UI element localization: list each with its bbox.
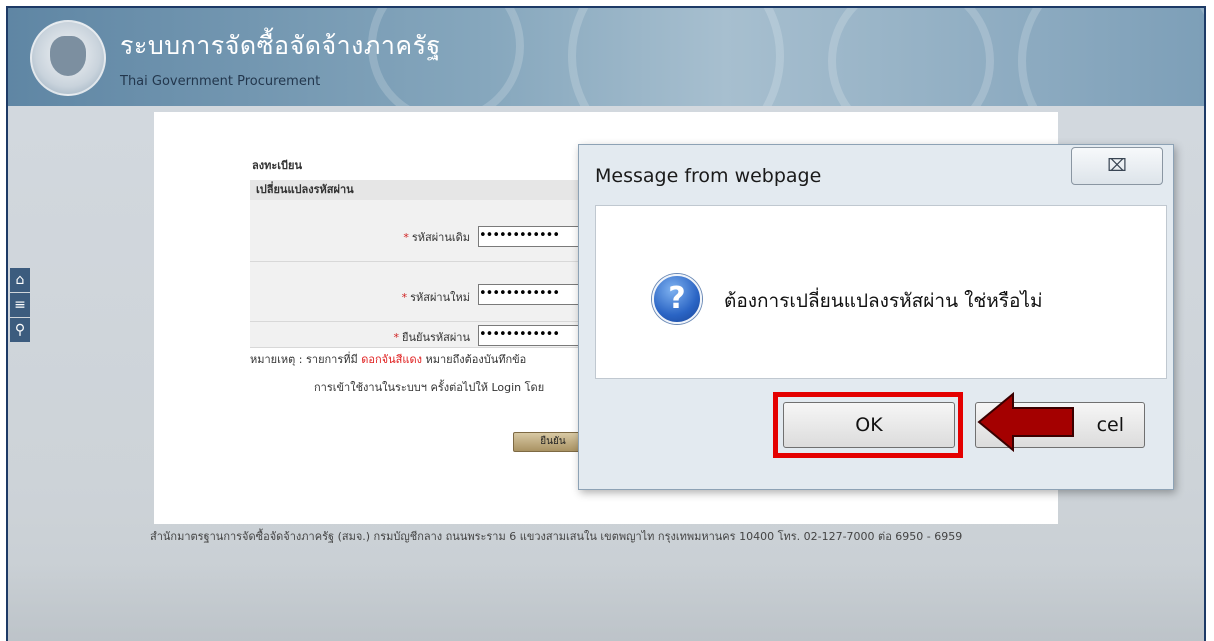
search-icon[interactable]: ⚲ [10,318,30,342]
site-header: ระบบการจัดซื้อจัดจ้างภาครัฐ Thai Governm… [8,8,1204,106]
section-title: เปลี่ยนแปลงรหัสผ่าน [250,180,590,200]
register-heading: ลงทะเบียน [252,159,302,172]
side-toolbar: ⌂ ≡ ⚲ [10,268,30,343]
confirm-password-label-text: ยืนยันรหัสผ่าน [402,331,470,344]
site-title-thai: ระบบการจัดซื้อจัดจ้างภาครัฐ [120,31,441,60]
temple-silhouette [8,563,1204,641]
note-red-text: ดอกจันสีแดง [361,353,422,366]
government-logo [30,20,106,96]
note-text: หมายเหตุ : รายการที่มี ดอกจันสีแดง หมายถ… [250,350,526,368]
required-mark: * [401,291,408,304]
old-password-row: * รหัสผ่านเดิม •••••••••••• [250,200,600,262]
required-mark: * [403,231,409,244]
new-password-row: * รหัสผ่านใหม่ •••••••••••• [250,262,600,322]
dialog-title: Message from webpage [595,165,822,187]
garuda-emblem-icon [50,36,86,76]
footer-address: สำนักมาตรฐานการจัดซื้อจัดจ้างภาครัฐ (สมจ… [150,530,963,543]
red-arrow-left-icon [977,392,1074,452]
home-icon[interactable]: ⌂ [10,268,30,292]
note-text-line2: การเข้าใช้งานในระบบฯ ครั้งต่อไปให้ Login… [314,381,545,394]
site-title-english: Thai Government Procurement [120,74,321,89]
note-suffix: หมายถึงต้องบันทึกข้อ [421,353,527,366]
ok-button[interactable]: OK [783,402,955,448]
dialog-body: ? ต้องการเปลี่ยนแปลงรหัสผ่าน ใช่หรือไม่ [595,205,1167,379]
close-icon[interactable]: ⌧ [1071,147,1163,185]
question-icon: ? [652,274,702,324]
dialog-message: ต้องการเปลี่ยนแปลงรหัสผ่าน ใช่หรือไม่ [724,290,1043,312]
new-password-label-text: รหัสผ่านใหม่ [410,291,470,304]
old-password-label-text: รหัสผ่านเดิม [411,231,470,244]
confirm-password-label: * ยืนยันรหัสผ่าน [394,328,470,346]
note-prefix: หมายเหตุ : รายการที่มี [250,353,362,366]
required-mark: * [393,331,400,344]
old-password-label: * รหัสผ่านเดิม [403,228,470,246]
message-dialog: Message from webpage ⌧ ? ต้องการเปลี่ยนแ… [578,144,1174,490]
menu-icon[interactable]: ≡ [10,293,30,317]
new-password-label: * รหัสผ่านใหม่ [402,288,470,306]
confirm-password-row: * ยืนยันรหัสผ่าน •••••••••••• [250,322,600,348]
